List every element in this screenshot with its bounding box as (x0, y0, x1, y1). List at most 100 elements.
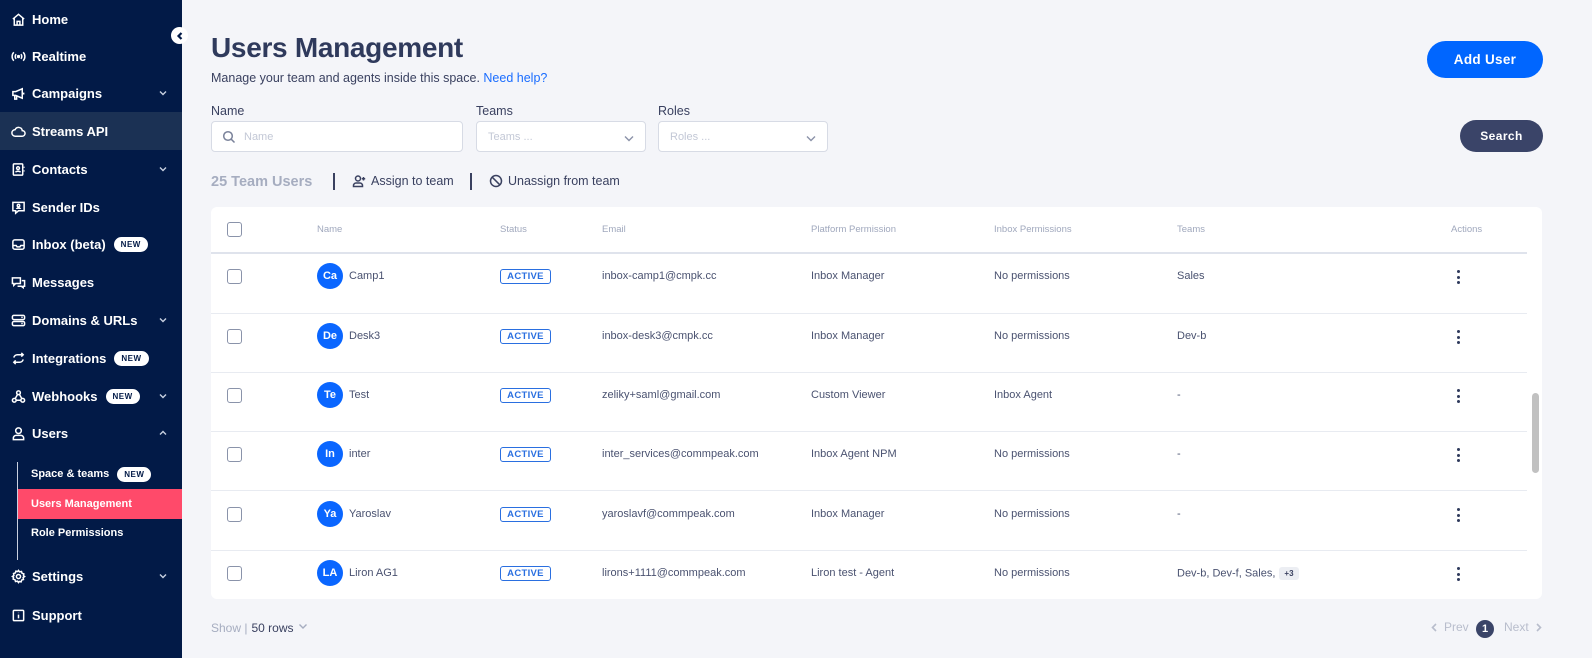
user-name: Test (349, 389, 370, 401)
sidebar-item-campaigns[interactable]: Campaigns (0, 74, 182, 112)
divider (333, 173, 335, 190)
user-email: inter_services@commpeak.com (602, 448, 759, 460)
sidebar-item-support[interactable]: Support (0, 596, 182, 634)
inbox-permission: No permissions (994, 330, 1070, 342)
user-teams: - (1177, 389, 1181, 401)
sidebar-item-messages[interactable]: Messages (0, 263, 182, 301)
table-row[interactable]: In inter ACTIVE inter_services@commpeak.… (211, 432, 1527, 491)
sidebar-item-streams-api[interactable]: Streams API (0, 112, 182, 150)
user-email: inbox-desk3@cmpk.cc (602, 330, 713, 342)
unassign-from-team-button[interactable]: Unassign from team (489, 174, 620, 188)
user-plus-icon (352, 175, 366, 188)
chevron-up-icon (158, 426, 168, 436)
prev-label: Prev (1444, 620, 1469, 634)
gear-icon (10, 568, 26, 584)
sidebar-item-label: Domains & URLs (32, 312, 138, 328)
chevron-left-icon (1431, 622, 1437, 632)
user-teams: - (1177, 448, 1181, 460)
sidebar-subitem-users-management[interactable]: Users Management (18, 489, 182, 519)
home-icon (10, 11, 26, 27)
user-teams: - (1177, 508, 1181, 520)
row-checkbox[interactable] (227, 388, 242, 403)
status-badge: ACTIVE (500, 329, 551, 344)
sidebar-item-inbox[interactable]: Inbox (beta) NEW (0, 225, 182, 263)
inbox-permission: Inbox Agent (994, 389, 1053, 401)
teams-filter-label: Teams (476, 104, 513, 118)
more-actions-icon[interactable] (1455, 448, 1461, 462)
need-help-link[interactable]: Need help? (483, 71, 547, 85)
sidebar-item-realtime[interactable]: Realtime (0, 37, 182, 75)
sidebar-item-domains[interactable]: Domains & URLs (0, 301, 182, 339)
user-email: zeliky+saml@gmail.com (602, 389, 721, 401)
avatar: Te (317, 382, 343, 408)
row-checkbox[interactable] (227, 329, 242, 344)
search-button[interactable]: Search (1460, 120, 1543, 152)
sidebar-item-label: Realtime (32, 48, 87, 64)
table-row[interactable]: Te Test ACTIVE zeliky+saml@gmail.com Cus… (211, 373, 1527, 432)
page-title: Users Management (211, 32, 463, 63)
more-actions-icon[interactable] (1455, 389, 1461, 403)
more-actions-icon[interactable] (1455, 567, 1461, 581)
sidebar-item-users[interactable]: Users (0, 414, 182, 452)
sidebar-item-label: Messages (32, 274, 95, 290)
sidebar-item-sender-ids[interactable]: Sender IDs (0, 188, 182, 226)
column-header-actions: Actions (1451, 224, 1483, 235)
sidebar-item-label: Integrations (32, 350, 107, 366)
page-number-current[interactable]: 1 (1476, 620, 1494, 638)
name-search-input[interactable] (244, 130, 462, 143)
status-badge: ACTIVE (500, 269, 551, 284)
sidebar-item-home[interactable]: Home (0, 0, 182, 38)
scrollbar-thumb[interactable] (1532, 393, 1539, 473)
next-page-button[interactable]: Next (1504, 620, 1543, 634)
table-row[interactable]: Ca Camp1 ACTIVE inbox-camp1@cmpk.cc Inbo… (211, 255, 1527, 314)
sidebar-collapse-button[interactable] (171, 27, 188, 44)
status-badge: ACTIVE (500, 507, 551, 522)
chevron-down-icon (298, 624, 307, 629)
row-checkbox[interactable] (227, 507, 242, 522)
teams-dropdown[interactable]: Teams ... (476, 121, 646, 152)
prev-page-button[interactable]: Prev (1430, 620, 1469, 634)
platform-permission: Liron test - Agent (811, 567, 895, 579)
next-label: Next (1504, 620, 1529, 634)
team-users-count: 25 Team Users (211, 174, 313, 190)
new-badge: NEW (117, 466, 152, 482)
sidebar-item-webhooks[interactable]: Webhooks NEW (0, 377, 182, 415)
sidebar-item-label: Settings (32, 568, 84, 584)
column-header-teams[interactable]: Teams (1177, 224, 1205, 235)
inbox-permission: No permissions (994, 448, 1070, 460)
sidebar-subitem-role-permissions[interactable]: Role Permissions (18, 518, 182, 548)
chevron-left-icon (176, 31, 182, 40)
name-filter-label: Name (211, 104, 245, 118)
add-user-button[interactable]: Add User (1427, 41, 1543, 78)
more-teams-chip[interactable]: +3 (1279, 567, 1299, 580)
table-row[interactable]: Ya Yaroslav ACTIVE yaroslavf@commpeak.co… (211, 492, 1527, 551)
sidebar-item-label: Streams API (32, 123, 109, 139)
messages-icon (10, 274, 26, 290)
sidebar-item-label: Home (32, 11, 69, 27)
more-actions-icon[interactable] (1455, 508, 1461, 522)
column-header-email[interactable]: Email (602, 224, 626, 235)
assign-label: Assign to team (371, 174, 454, 188)
sidebar: Home Realtime Campaigns Streams API Cont… (0, 0, 182, 658)
sidebar-subitem-space-teams[interactable]: Space & teams NEW (18, 459, 182, 489)
status-badge: ACTIVE (500, 388, 551, 403)
table-row[interactable]: LA Liron AG1 ACTIVE lirons+1111@commpeak… (211, 551, 1527, 599)
row-checkbox[interactable] (227, 269, 242, 284)
roles-dropdown[interactable]: Roles ... (658, 121, 828, 152)
sidebar-item-label: Webhooks (32, 388, 98, 404)
column-header-status[interactable]: Status (500, 224, 527, 235)
more-actions-icon[interactable] (1455, 330, 1461, 344)
sidebar-item-settings[interactable]: Settings (0, 557, 182, 595)
row-checkbox[interactable] (227, 566, 242, 581)
column-header-inbox-permissions[interactable]: Inbox Permissions (994, 224, 1072, 235)
sidebar-item-integrations[interactable]: Integrations NEW (0, 339, 182, 377)
column-header-platform-permission[interactable]: Platform Permission (811, 224, 896, 235)
column-header-name[interactable]: Name (317, 224, 342, 235)
assign-to-team-button[interactable]: Assign to team (352, 174, 454, 188)
more-actions-icon[interactable] (1455, 270, 1461, 284)
sidebar-item-contacts[interactable]: Contacts (0, 150, 182, 188)
row-checkbox[interactable] (227, 447, 242, 462)
select-all-checkbox[interactable] (227, 222, 242, 237)
rows-per-page-selector[interactable]: Show | 50 rows (211, 621, 308, 635)
table-row[interactable]: De Desk3 ACTIVE inbox-desk3@cmpk.cc Inbo… (211, 314, 1527, 373)
